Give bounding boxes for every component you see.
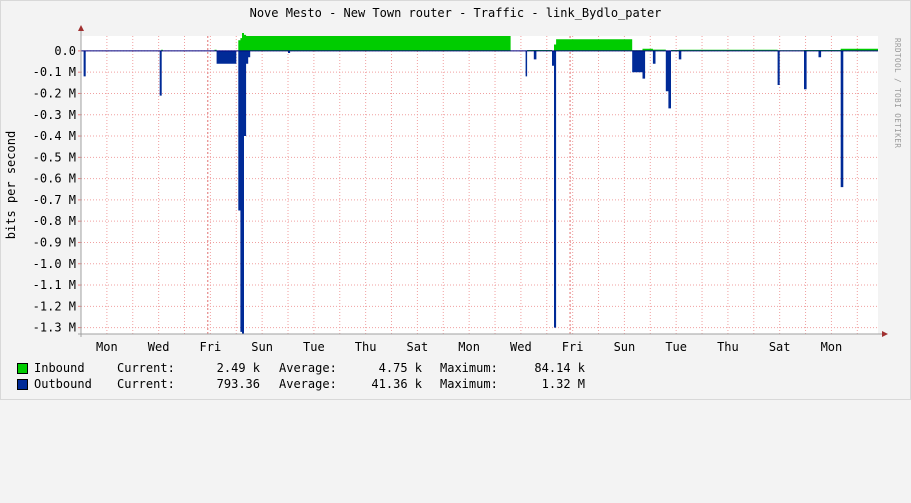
y-tick-label: -0.7 M	[33, 193, 76, 207]
legend-inbound-maximum-label: Maximum:	[440, 361, 498, 375]
y-tick-label: -1.0 M	[33, 257, 76, 271]
legend-inbound-maximum: 84.14 k	[534, 361, 585, 375]
legend-outbound-average: 41.36 k	[371, 377, 422, 391]
x-tick-label: Sun	[614, 340, 636, 354]
x-tick-label: Thu	[717, 340, 739, 354]
x-tick-label: Mon	[96, 340, 118, 354]
x-tick-label: Fri	[562, 340, 584, 354]
y-tick-label: -0.3 M	[33, 108, 76, 122]
outbound-swatch	[17, 379, 28, 390]
legend-outbound-current: 793.36	[216, 377, 260, 391]
plot-background	[81, 36, 878, 334]
x-tick-label: Mon	[458, 340, 480, 354]
y-tick-label: -0.2 M	[33, 86, 76, 100]
legend-inbound-label: Inbound	[34, 361, 85, 375]
x-tick-label: Wed	[510, 340, 532, 354]
y-tick-label: -0.4 M	[33, 129, 76, 143]
y-tick-label: -0.6 M	[33, 172, 76, 186]
y-tick-label: -0.9 M	[33, 235, 76, 249]
legend-outbound-current-label: Current:	[117, 377, 175, 391]
y-tick-label: -0.5 M	[33, 150, 76, 164]
traffic-chart: 0.0 -0.1 M -0.2 M -0.3 M -0.4 M -0.5 M -0.6 M -…	[4, 25, 888, 354]
x-tick-label: Tue	[303, 340, 325, 354]
legend-inbound-average: 4.75 k	[378, 361, 422, 375]
legend-inbound-current: 2.49 k	[216, 361, 260, 375]
x-tick-label: Sat	[407, 340, 429, 354]
x-tick-label: Tue	[665, 340, 687, 354]
x-tick-label: Sat	[769, 340, 791, 354]
y-tick-label: -0.8 M	[33, 214, 76, 228]
x-tick-label: Fri	[200, 340, 222, 354]
x-tick-label: Sun	[251, 340, 273, 354]
y-tick-label: 0.0	[54, 44, 76, 58]
x-tick-label: Wed	[148, 340, 170, 354]
legend-inbound-current-label: Current:	[117, 361, 175, 375]
legend-inbound-average-label: Average:	[279, 361, 337, 375]
y-tick-label: -1.2 M	[33, 299, 76, 313]
legend-outbound-label: Outbound	[34, 377, 92, 391]
legend-outbound-average-label: Average:	[279, 377, 337, 391]
y-tick-label: -0.1 M	[33, 65, 76, 79]
legend-outbound-maximum-label: Maximum:	[440, 377, 498, 391]
x-tick-label: Thu	[355, 340, 377, 354]
y-axis-label: bits per second	[4, 131, 18, 239]
inbound-swatch	[17, 363, 28, 374]
legend-outbound-maximum: 1.32 M	[541, 377, 585, 391]
legend-outbound: Outbound Current: 793.36 Average: 41.36 …	[17, 377, 585, 503]
y-tick-label: -1.3 M	[33, 321, 76, 335]
y-axis-arrow	[78, 25, 84, 31]
x-tick-label: Mon	[821, 340, 843, 354]
x-axis-arrow	[882, 331, 888, 337]
y-tick-label: -1.1 M	[33, 278, 76, 292]
